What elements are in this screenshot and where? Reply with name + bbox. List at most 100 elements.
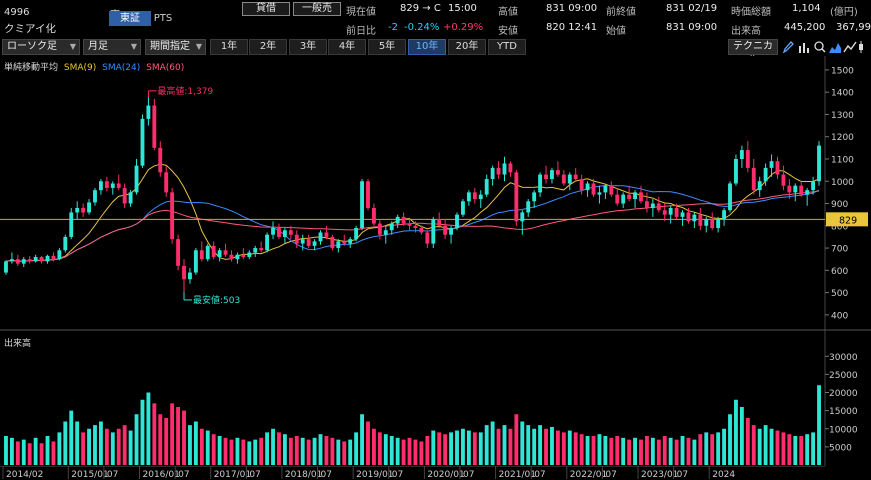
volume-bar[interactable] [751, 425, 756, 465]
volume-bar[interactable] [502, 425, 507, 465]
volume-bar[interactable] [413, 439, 418, 465]
volume-bar[interactable] [579, 434, 584, 465]
volume-bar[interactable] [716, 432, 721, 465]
volume-bar[interactable] [555, 430, 560, 465]
volume-bar[interactable] [739, 407, 744, 465]
volume-bar[interactable] [39, 443, 44, 465]
candle[interactable] [176, 234, 181, 271]
volume-bar[interactable] [336, 439, 341, 465]
volume-bar[interactable] [211, 434, 216, 465]
volume-bar[interactable] [241, 439, 246, 465]
volume-bar[interactable] [550, 426, 554, 465]
volume-bar[interactable] [650, 437, 655, 465]
candle[interactable] [360, 179, 364, 231]
volume-bar[interactable] [81, 432, 86, 465]
volume-bar[interactable] [728, 414, 732, 465]
market-tab-pts[interactable]: PTS [151, 11, 175, 26]
volume-bar[interactable] [330, 437, 335, 465]
volume-bar[interactable] [146, 392, 151, 466]
candle[interactable] [330, 234, 335, 251]
volume-bar[interactable] [63, 421, 68, 466]
volume-bar[interactable] [229, 439, 234, 465]
volume-bar[interactable] [449, 432, 454, 465]
volume-bar[interactable] [757, 428, 762, 465]
volume-bar[interactable] [389, 436, 394, 465]
candle[interactable] [170, 187, 175, 244]
volume-bar[interactable] [419, 441, 424, 465]
volume-bar[interactable] [360, 414, 364, 465]
volume-bar[interactable] [366, 421, 370, 466]
volume-bar[interactable] [644, 436, 649, 465]
candle[interactable] [152, 98, 157, 151]
volume-bar[interactable] [324, 436, 329, 465]
volume-bar[interactable] [223, 437, 228, 465]
volume-bar[interactable] [532, 428, 537, 465]
chart-type-select[interactable]: ローソク足 ▼ [2, 39, 80, 55]
period-10y[interactable]: 10年 [408, 39, 446, 55]
volume-bar[interactable] [193, 421, 198, 466]
candle[interactable] [63, 234, 68, 253]
candle[interactable] [265, 232, 270, 253]
volume-bar[interactable] [176, 407, 181, 465]
volume-bar[interactable] [639, 439, 643, 465]
candle-icon[interactable] [843, 39, 857, 55]
candle[interactable] [461, 199, 465, 217]
volume-bar[interactable] [401, 439, 406, 465]
volume-bar[interactable] [692, 439, 697, 465]
volume-bar[interactable] [4, 436, 8, 465]
interval-select[interactable]: 月足 ▼ [83, 39, 141, 55]
volume-bar[interactable] [199, 428, 204, 465]
volume-bar[interactable] [526, 425, 531, 465]
volume-bar[interactable] [680, 436, 685, 465]
volume-bar[interactable] [799, 436, 804, 465]
volume-bar[interactable] [235, 437, 240, 465]
volume-bar[interactable] [633, 437, 637, 465]
volume-bar[interactable] [300, 437, 305, 465]
volume-bar[interactable] [817, 385, 821, 465]
period-3y[interactable]: 3年 [289, 39, 327, 55]
candle[interactable] [354, 225, 359, 242]
volume-bar[interactable] [484, 425, 489, 465]
price-chart[interactable]: 4005006007008009001000110012001300140015… [0, 56, 871, 331]
candle[interactable] [514, 170, 519, 226]
volume-bar[interactable] [9, 437, 14, 465]
volume-bar[interactable] [591, 436, 596, 465]
volume-bar[interactable] [686, 437, 691, 465]
volume-bar[interactable] [793, 436, 798, 465]
volume-bar[interactable] [805, 434, 810, 465]
volume-bar[interactable] [787, 434, 792, 465]
volume-bar[interactable] [93, 425, 97, 465]
volume-bar[interactable] [354, 432, 359, 465]
volume-bar[interactable] [87, 428, 91, 465]
volume-bar[interactable] [407, 437, 412, 465]
volume-bar[interactable] [455, 430, 459, 465]
volume-bar[interactable] [265, 432, 270, 465]
volume-bar[interactable] [110, 432, 115, 465]
volume-bar[interactable] [781, 432, 786, 465]
margin-buy-button[interactable]: 貸借 [242, 2, 290, 16]
volume-bar[interactable] [437, 432, 442, 465]
volume-chart[interactable]: 5000 10000 15000 20000 25000 30000 [0, 331, 871, 466]
volume-bar[interactable] [775, 430, 780, 465]
volume-bar[interactable] [188, 425, 192, 465]
volume-bar[interactable] [627, 439, 632, 465]
candle[interactable] [366, 179, 370, 211]
volume-bar[interactable] [734, 399, 738, 465]
bar-chart-icon[interactable] [797, 39, 811, 55]
volume-bar[interactable] [478, 432, 483, 465]
volume-bar[interactable] [57, 432, 62, 465]
candle[interactable] [455, 212, 459, 231]
volume-bar[interactable] [769, 428, 774, 465]
volume-bar[interactable] [698, 434, 703, 465]
volume-bar[interactable] [282, 434, 287, 465]
volume-bar[interactable] [15, 441, 20, 465]
volume-bar[interactable] [395, 437, 400, 465]
volume-bar[interactable] [21, 439, 26, 465]
period-2y[interactable]: 2年 [249, 39, 287, 55]
volume-bar[interactable] [152, 403, 157, 465]
volume-bar[interactable] [615, 436, 620, 465]
volume-bar[interactable] [461, 428, 465, 465]
volume-bar[interactable] [128, 430, 133, 465]
volume-bar[interactable] [69, 410, 74, 465]
volume-bar[interactable] [609, 437, 614, 465]
